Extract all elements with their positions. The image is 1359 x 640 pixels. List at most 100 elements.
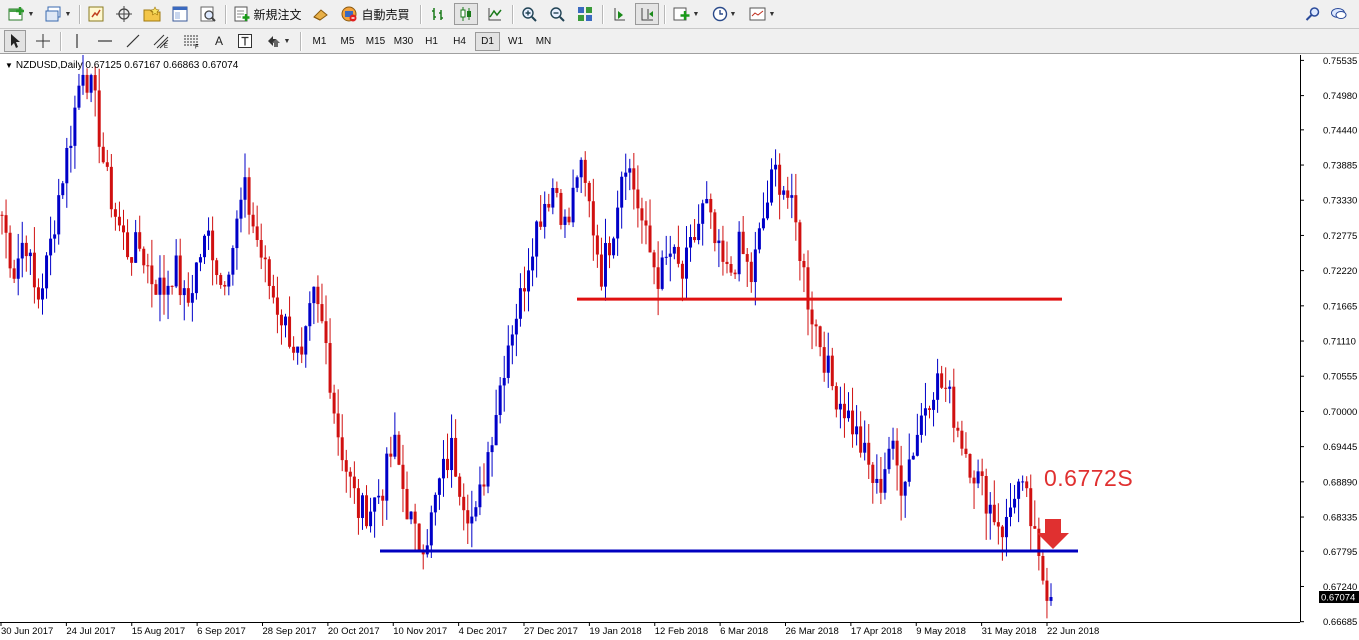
candle-body — [806, 267, 810, 310]
search-button[interactable] — [1302, 3, 1324, 25]
profiles-button[interactable]: ▼ — [42, 3, 74, 25]
candle-body — [28, 252, 32, 257]
navigator-button[interactable] — [141, 3, 163, 25]
candle-body — [919, 415, 923, 435]
candle-body — [194, 262, 198, 294]
vertical-line-tool-button[interactable] — [66, 30, 88, 52]
timeframe-h1-button[interactable]: H1 — [419, 32, 444, 51]
candle-body — [713, 212, 717, 244]
terminal-button[interactable] — [169, 3, 191, 25]
indicators-icon — [673, 6, 691, 22]
trendline-tool-button[interactable] — [122, 30, 144, 52]
candle-body — [595, 235, 599, 255]
candle-body — [454, 437, 458, 477]
candle-body — [215, 260, 219, 276]
candle-body — [587, 182, 591, 202]
candle-body — [57, 195, 61, 235]
x-tick-label: 15 Aug 2017 — [132, 626, 185, 637]
timeframe-h4-button[interactable]: H4 — [447, 32, 472, 51]
new-chart-button[interactable]: ▼ — [4, 3, 38, 25]
line-chart-button[interactable] — [483, 3, 507, 25]
y-tick-label: 0.67795 — [1323, 547, 1357, 558]
candle-body — [790, 195, 794, 198]
new-order-button[interactable]: 新規注文 — [231, 3, 305, 25]
candle-body — [770, 169, 774, 203]
equidistant-channel-tool-button[interactable]: E — [150, 30, 174, 52]
candle-body — [555, 187, 559, 193]
candle-body — [207, 230, 211, 236]
chart-menu-triangle-icon[interactable]: ▼ — [5, 61, 13, 70]
text-label-tool-button[interactable] — [234, 30, 256, 52]
candle-body — [879, 478, 883, 493]
candle-body — [891, 440, 895, 449]
zoom-out-button[interactable] — [545, 3, 569, 25]
periods-button[interactable]: ▼ — [707, 3, 741, 25]
templates-button[interactable]: ▼ — [745, 3, 779, 25]
candlestick-chart-button[interactable] — [454, 3, 478, 25]
candle-body — [883, 469, 887, 493]
candle-body — [567, 216, 571, 223]
fibonacci-tool-button[interactable]: F — [180, 30, 204, 52]
chart-header: ▼ NZDUSD,Daily 0.67125 0.67167 0.66863 0.… — [5, 60, 238, 71]
text-label-icon — [237, 33, 253, 49]
tile-windows-button[interactable] — [573, 3, 597, 25]
data-window-button[interactable] — [113, 3, 135, 25]
chart-shift-button[interactable] — [635, 3, 659, 25]
timeframe-w1-button[interactable]: W1 — [503, 32, 528, 51]
auto-trading-button[interactable]: 自動売買 — [337, 3, 413, 25]
timeframe-d1-button[interactable]: D1 — [475, 32, 500, 51]
timeframe-mn-button[interactable]: MN — [531, 32, 556, 51]
auto-trading-icon — [340, 5, 358, 23]
candle-body — [494, 415, 498, 446]
candles-group — [0, 55, 1053, 619]
horizontal-line-tool-button[interactable] — [94, 30, 116, 52]
candle-body — [660, 257, 664, 289]
candle-body — [778, 164, 782, 195]
zoom-in-button[interactable] — [517, 3, 541, 25]
candle-body — [413, 511, 417, 524]
candle-body — [583, 159, 587, 183]
candle-body — [486, 452, 490, 487]
candle-body — [441, 458, 445, 479]
candle-body — [478, 484, 482, 508]
chat-bubble-icon — [1330, 6, 1348, 22]
candle-body — [470, 516, 474, 524]
bar-chart-icon — [430, 6, 446, 22]
candle-body — [753, 249, 757, 283]
timeframe-m5-button[interactable]: M5 — [335, 32, 360, 51]
text-tool-button[interactable]: A — [208, 30, 230, 52]
metaeditor-button[interactable] — [310, 3, 332, 25]
candle-body — [624, 172, 628, 177]
candle-body — [1033, 526, 1037, 529]
cursor-tool-button[interactable] — [4, 30, 26, 52]
crosshair-tool-button[interactable] — [32, 30, 54, 52]
candle-body — [543, 203, 547, 227]
candle-body — [332, 392, 336, 414]
candle-body — [385, 453, 389, 501]
zoom-out-icon — [549, 6, 565, 22]
candle-body — [846, 410, 850, 419]
timeframe-m15-button[interactable]: M15 — [363, 32, 388, 51]
candle-body — [288, 316, 292, 347]
indicators-button[interactable]: ▼ — [669, 3, 703, 25]
candle-body — [203, 235, 207, 258]
candle-body — [907, 459, 911, 482]
candle-body — [279, 314, 283, 326]
chevron-down-icon: ▼ — [283, 37, 291, 45]
candle-body — [603, 243, 607, 287]
timeframe-m30-button[interactable]: M30 — [391, 32, 416, 51]
channel-icon: E — [153, 33, 171, 49]
candle-body — [867, 442, 871, 465]
market-watch-button[interactable] — [85, 3, 107, 25]
price-chart[interactable]: 0.75535 0.74980 0.74440 0.73885 0.73330 0.727… — [0, 55, 1359, 640]
strategy-tester-button[interactable] — [197, 3, 219, 25]
chart-window[interactable]: 0.75535 0.74980 0.74440 0.73885 0.73330 0.727… — [0, 55, 1359, 640]
bar-chart-button[interactable] — [426, 3, 450, 25]
arrows-tool-button[interactable]: ▼ — [262, 30, 294, 52]
auto-scroll-button[interactable] — [607, 3, 631, 25]
candle-body — [251, 214, 255, 227]
candle-body — [97, 90, 101, 147]
chat-button[interactable] — [1328, 3, 1350, 25]
timeframe-m1-button[interactable]: M1 — [307, 32, 332, 51]
market-watch-icon — [88, 6, 104, 22]
